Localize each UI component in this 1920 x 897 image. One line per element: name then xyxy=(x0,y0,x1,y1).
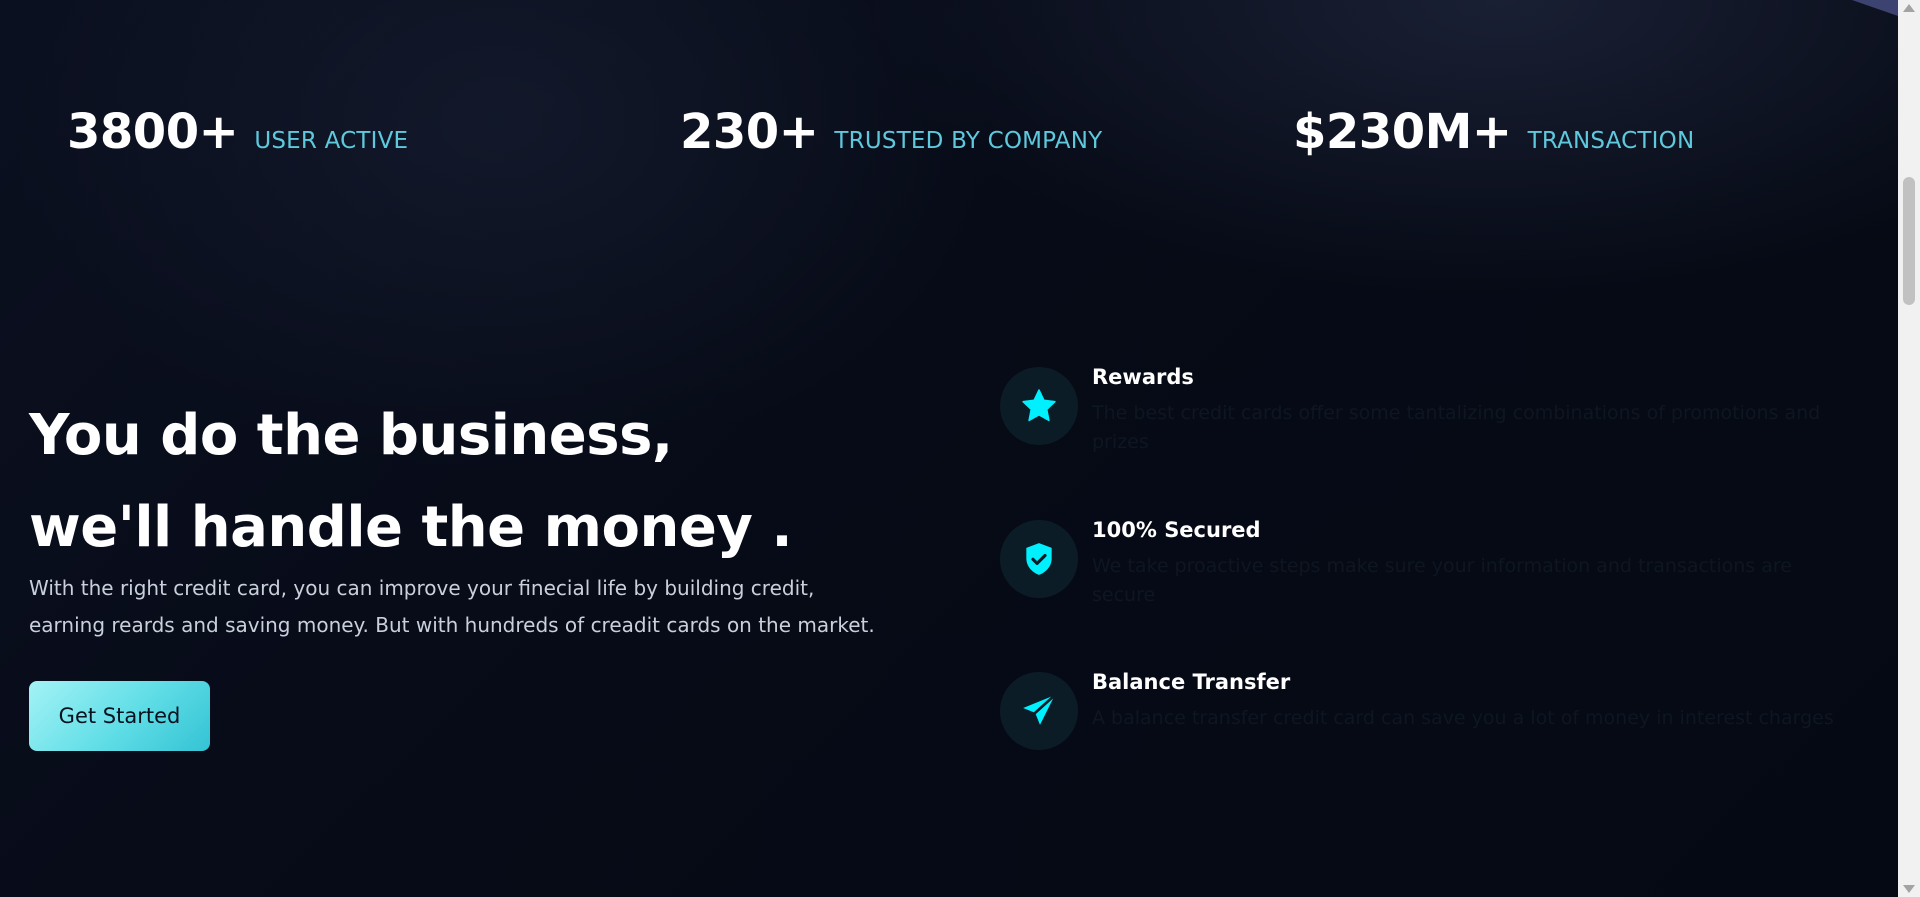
hero-heading-block: You do the business, we'll handle the mo… xyxy=(29,390,929,574)
get-started-button[interactable]: Get Started xyxy=(29,681,210,751)
feature-description: A balance transfer credit card can save … xyxy=(1092,707,1834,729)
feature-item-secured: 100% Secured We take proactive steps mak… xyxy=(1000,518,1860,628)
stat-users-active: 3800+ USER ACTIVE xyxy=(67,104,408,160)
stat-label: USER ACTIVE xyxy=(254,128,409,154)
hero-description: With the right credit card, you can impr… xyxy=(29,576,875,637)
scroll-up-arrow-icon[interactable] xyxy=(1903,4,1915,12)
stat-trusted-by-company: 230+ TRUSTED BY COMPANY xyxy=(680,104,1102,160)
feature-item-rewards: Rewards The best credit cards offer some… xyxy=(1000,365,1860,475)
shield-check-icon xyxy=(1000,520,1078,598)
stats-bar: 3800+ USER ACTIVE 230+ TRUSTED BY COMPAN… xyxy=(0,104,1898,164)
hero-title: You do the business, we'll handle the mo… xyxy=(29,390,929,574)
scroll-down-arrow-icon[interactable] xyxy=(1903,885,1915,893)
stat-label: TRANSACTION xyxy=(1527,128,1695,154)
stat-value: 3800+ xyxy=(67,104,239,160)
feature-description: We take proactive steps make sure your i… xyxy=(1092,555,1792,606)
feature-title: 100% Secured xyxy=(1092,518,1261,542)
star-icon xyxy=(1000,367,1078,445)
stat-value: $230M+ xyxy=(1293,104,1512,160)
feature-item-balance-transfer: Balance Transfer A balance transfer cred… xyxy=(1000,670,1860,780)
vertical-scrollbar[interactable] xyxy=(1898,0,1920,897)
hero-title-line-2: we'll handle the money . xyxy=(29,495,793,560)
scrollbar-thumb[interactable] xyxy=(1903,177,1915,305)
feature-title: Balance Transfer xyxy=(1092,670,1291,694)
stat-label: TRUSTED BY COMPANY xyxy=(834,128,1103,154)
stat-value: 230+ xyxy=(680,104,819,160)
decorative-corner-shape xyxy=(1852,0,1898,16)
stat-transaction: $230M+ TRANSACTION xyxy=(1293,104,1694,160)
paper-plane-icon xyxy=(1000,672,1078,750)
feature-description: The best credit cards offer some tantali… xyxy=(1092,402,1821,453)
hero-title-line-1: You do the business, xyxy=(29,403,673,468)
feature-title: Rewards xyxy=(1092,365,1194,389)
